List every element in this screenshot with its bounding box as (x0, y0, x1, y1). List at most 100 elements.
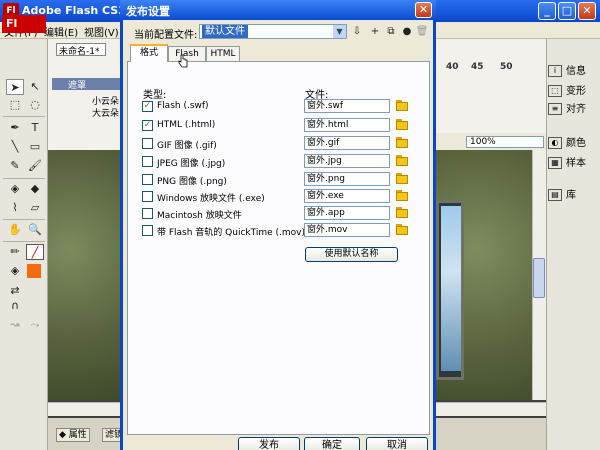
layer-row[interactable]: 小云朵 (52, 94, 120, 106)
png-checkbox[interactable] (142, 174, 153, 185)
panel-color-label: 颜色 (566, 138, 586, 149)
straighten-icon[interactable]: ⤳ (26, 317, 44, 333)
folder-icon[interactable] (396, 100, 408, 112)
lasso-icon[interactable]: ◌ (26, 97, 44, 113)
swatches-icon: ▦ (548, 157, 562, 169)
smooth-icon[interactable]: ↝ (6, 317, 24, 333)
rectangle-tool-icon[interactable]: ▭ (26, 139, 44, 155)
quicktime-file-input[interactable]: 窗外.mov (304, 223, 390, 237)
frame-number: 40 (446, 62, 459, 72)
line-tool-icon[interactable]: ╲ (6, 139, 24, 155)
layer-row[interactable]: 遮罩 (52, 78, 120, 90)
html-checkbox[interactable]: ✓ (142, 120, 153, 131)
zoom-tool-icon[interactable]: 🔍 (26, 222, 44, 238)
document-tab[interactable]: 未命名-1* (56, 43, 106, 56)
zoom-select[interactable]: 100% (466, 136, 544, 148)
panel-transform-label: 变形 (566, 86, 586, 97)
panel-color[interactable]: ◐ 颜色 (548, 134, 586, 150)
panel-align[interactable]: ≡ 对齐 (548, 100, 586, 116)
folder-icon[interactable] (396, 173, 408, 185)
png-file-input[interactable]: 窗外.png (304, 172, 390, 186)
panel-transform[interactable]: ⬚ 变形 (548, 82, 586, 98)
fill-color-icon[interactable]: ◈ (6, 263, 24, 279)
eyedropper-icon[interactable]: ⌇ (6, 200, 24, 216)
text-tool-icon[interactable]: T (26, 120, 44, 136)
menu-view[interactable]: 视图(V) (84, 24, 119, 39)
layer-name: 遮罩 (68, 81, 87, 90)
type-header: 类型: (143, 90, 167, 101)
info-icon: i (548, 65, 562, 77)
free-transform-icon[interactable]: ⬚ (6, 97, 24, 113)
timeline-frames (436, 39, 546, 133)
delete-profile-icon[interactable]: 🗑 (415, 25, 429, 39)
snap-magnet-icon[interactable]: ∩ (6, 298, 24, 314)
transform-icon: ⬚ (548, 85, 562, 97)
flash-file-input[interactable]: 窗外.swf (304, 99, 390, 113)
folder-icon[interactable] (396, 119, 408, 131)
selection-tool-icon[interactable]: ➤ (6, 79, 24, 95)
ok-button[interactable]: 确定 (304, 437, 360, 450)
publish-button[interactable]: 发布 (238, 437, 300, 450)
profile-select[interactable]: 默认文件 ▼ (199, 24, 347, 39)
gif-file-input[interactable]: 窗外.gif (304, 136, 390, 150)
panel-swatches[interactable]: ▦ 样本 (548, 154, 586, 170)
add-profile-icon[interactable]: + (368, 25, 382, 39)
profile-properties-icon[interactable]: ● (400, 25, 414, 39)
hand-tool-icon[interactable]: ✋ (6, 222, 24, 238)
pen-tool-icon[interactable]: ✒ (6, 120, 24, 136)
gif-checkbox[interactable] (142, 138, 153, 149)
brush-tool-icon[interactable]: 🖌 (26, 158, 44, 174)
gif-format-label: GIF 图像 (.gif) (157, 141, 217, 151)
stroke-swatch[interactable]: ╱ (26, 244, 44, 260)
mac-projector-checkbox[interactable] (142, 208, 153, 219)
chevron-down-icon[interactable]: ▼ (333, 25, 346, 38)
folder-icon[interactable] (396, 190, 408, 202)
folder-icon[interactable] (396, 155, 408, 167)
dialog-titlebar: 发布设置 (120, 0, 436, 20)
pencil-tool-icon[interactable]: ✎ (6, 158, 24, 174)
hand-cursor-icon (178, 54, 188, 68)
panel-library[interactable]: ▤ 库 (548, 186, 576, 202)
swap-colors-icon[interactable]: ⇄ (6, 283, 24, 299)
stroke-color-icon[interactable]: ✏ (6, 244, 24, 260)
subselection-tool-icon[interactable]: ↖ (26, 79, 44, 95)
import-export-icon[interactable]: ⇩ (350, 25, 364, 39)
windows-projector-label: Windows 放映文件 (.exe) (157, 194, 265, 204)
tab-properties[interactable]: ◆ 属性 (56, 428, 90, 442)
folder-icon[interactable] (396, 207, 408, 219)
duplicate-profile-icon[interactable]: ⧉ (384, 25, 398, 39)
stage-canvas[interactable] (48, 150, 120, 400)
align-icon: ≡ (548, 103, 562, 115)
maximize-button[interactable]: □ (558, 2, 576, 20)
jpeg-format-label: JPEG 图像 (.jpg) (157, 159, 226, 169)
layer-name: 小云朵 (92, 97, 120, 106)
html-file-input[interactable]: 窗外.html (304, 118, 390, 132)
eraser-icon[interactable]: ▱ (26, 200, 44, 216)
jpeg-file-input[interactable]: 窗外.jpg (304, 154, 390, 168)
tab-formats[interactable]: 格式 (130, 44, 168, 62)
quicktime-checkbox[interactable] (142, 225, 153, 236)
cancel-button[interactable]: 取消 (366, 437, 428, 450)
windows-projector-file-input[interactable]: 窗外.exe (304, 189, 390, 203)
ink-bottle-icon[interactable]: ◈ (6, 181, 24, 197)
tab-html[interactable]: HTML (206, 46, 240, 61)
folder-icon[interactable] (396, 224, 408, 236)
fill-swatch[interactable] (27, 264, 41, 278)
mac-projector-file-input[interactable]: 窗外.app (304, 206, 390, 220)
panel-info[interactable]: i 信息 (548, 62, 586, 78)
vertical-scroll-thumb[interactable] (533, 258, 545, 298)
layer-row[interactable]: 大云朵 (52, 106, 120, 118)
folder-icon[interactable] (396, 137, 408, 149)
windows-projector-checkbox[interactable] (142, 191, 153, 202)
paint-bucket-icon[interactable]: ◆ (26, 181, 44, 197)
jpeg-checkbox[interactable] (142, 156, 153, 167)
menu-edit[interactable]: 编辑(E) (44, 24, 78, 39)
minimize-button[interactable]: _ (538, 2, 556, 20)
frame-number: 45 (471, 62, 484, 72)
close-window-button[interactable]: ✕ (578, 2, 596, 20)
frame-number: 50 (500, 62, 513, 72)
stage-sky-graphic (441, 206, 461, 371)
use-default-names-button[interactable]: 使用默认名称 (305, 247, 398, 262)
dialog-close-button[interactable]: ✕ (415, 2, 432, 18)
flash-checkbox[interactable]: ✓ (142, 101, 153, 112)
